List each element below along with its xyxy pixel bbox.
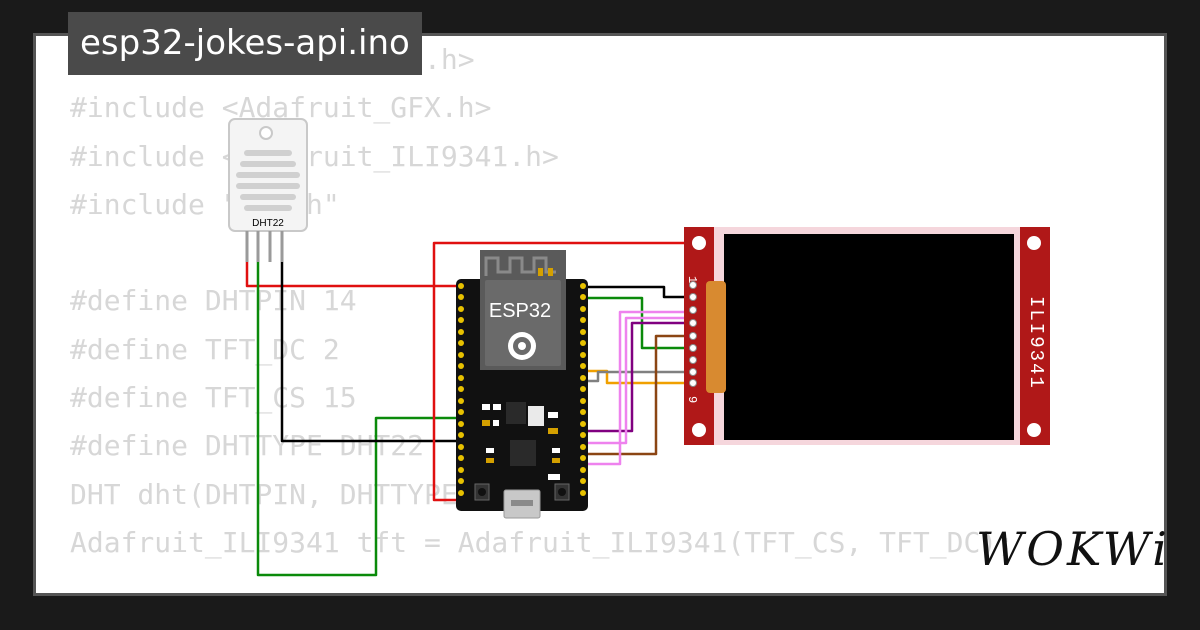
display-flex-cable [706,281,726,393]
file-name-tab[interactable]: esp32-jokes-api.ino [68,12,422,75]
dht22-label: DHT22 [252,218,284,229]
dht22-pins [245,231,284,262]
boot-button-cap [478,488,486,496]
antenna-trace [484,256,556,276]
display-pin-last-label: 9 [685,396,699,403]
dht22-sensor[interactable]: DHT22 [228,118,308,262]
esp32-board[interactable]: ESP32 [456,250,588,519]
smd-cap [548,268,553,276]
wire-dht-data[interactable] [256,262,461,577]
smd-cap [538,268,543,276]
espressif-logo-icon [508,332,536,360]
display-pin-header [689,281,697,387]
wire-tft-mosi[interactable] [583,334,693,456]
reset-button-cap [558,488,566,496]
display-pin-first-label: 1 [685,276,699,283]
usb-port-icon [503,489,541,519]
esp32-label: ESP32 [489,300,551,322]
dht22-mount-hole [259,126,273,140]
wire-dht-vcc[interactable] [245,262,461,288]
wire-tft-gnd[interactable] [583,285,693,299]
ili9341-display[interactable]: 1 9 ILI9341 [684,227,1050,445]
wokwi-logo: WOKWi [976,522,1170,576]
wire-tft-dc[interactable] [583,321,693,433]
display-screen [724,234,1014,440]
wire-tft-led[interactable] [583,370,693,383]
display-label: ILI9341 [1025,296,1047,390]
